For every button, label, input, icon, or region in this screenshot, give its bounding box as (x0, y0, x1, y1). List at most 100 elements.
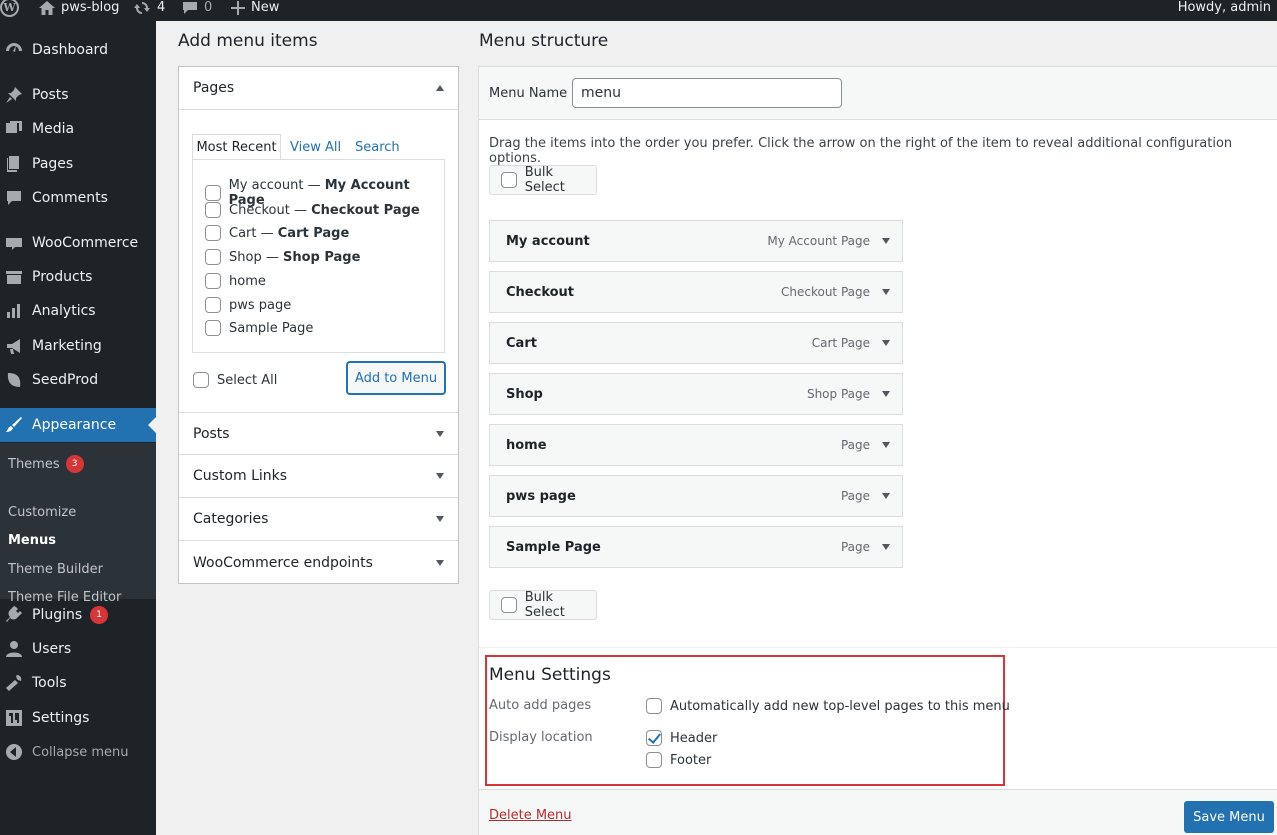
sidebar-item-pages[interactable]: Pages (0, 147, 156, 181)
page-checkbox-row[interactable]: Sample Page (205, 320, 313, 336)
woocommerce-icon (4, 233, 24, 253)
sidebar-item-marketing[interactable]: Marketing (0, 329, 156, 363)
submenu-item-theme-builder[interactable]: Theme Builder (8, 562, 103, 577)
bulk-select-checkbox[interactable] (501, 597, 517, 613)
menu-item-row[interactable]: Shop Shop Page (489, 373, 903, 415)
expand-item-caret-icon[interactable] (882, 493, 890, 499)
sidebar-item-comments[interactable]: Comments (0, 181, 156, 215)
location-footer-option[interactable]: Footer (646, 752, 711, 768)
updates-link[interactable]: 4 (133, 0, 165, 21)
site-name-link[interactable]: pws-blog (39, 0, 119, 21)
megaphone-icon (4, 336, 24, 356)
page-checkbox[interactable] (205, 185, 221, 201)
tab-search[interactable]: Search (355, 134, 400, 160)
sidebar-item-media[interactable]: Media (0, 112, 156, 146)
display-location-label: Display location (489, 730, 593, 745)
auto-add-checkbox[interactable] (646, 698, 662, 714)
plugin-icon (4, 605, 24, 625)
select-all-checkbox[interactable] (193, 372, 209, 388)
page-checkbox-row[interactable]: home (205, 273, 266, 289)
submenu-item-menus[interactable]: Menus (8, 533, 56, 548)
users-icon (4, 639, 24, 659)
tab-most-recent[interactable]: Most Recent (192, 134, 281, 160)
select-all-label: Select All (217, 372, 278, 388)
sidebar-item-label: WooCommerce (32, 235, 139, 251)
header-location-checkbox[interactable] (646, 730, 662, 746)
save-menu-button[interactable]: Save Menu (1184, 801, 1274, 833)
howdy-text: Howdy, admin (1177, 0, 1271, 15)
sidebar-item-analytics[interactable]: Analytics (0, 294, 156, 328)
pages-icon (4, 154, 24, 174)
menu-item-row[interactable]: Checkout Checkout Page (489, 271, 903, 313)
select-all-row[interactable]: Select All (193, 372, 277, 388)
menu-item-row[interactable]: My account My Account Page (489, 220, 903, 262)
sidebar-item-posts[interactable]: Posts (0, 78, 156, 112)
expand-item-caret-icon[interactable] (882, 238, 890, 244)
add-to-menu-button[interactable]: Add to Menu (347, 362, 445, 394)
auto-add-pages-option[interactable]: Automatically add new top-level pages to… (646, 698, 1010, 714)
page-checkbox-row[interactable]: Cart — Cart Page (205, 225, 349, 241)
posts-section-header[interactable]: Posts (179, 412, 458, 455)
pin-icon (4, 85, 24, 105)
expand-item-caret-icon[interactable] (882, 391, 890, 397)
sidebar-item-seedprod[interactable]: SeedProd (0, 363, 156, 397)
page-checkbox-row[interactable]: Checkout — Checkout Page (205, 202, 420, 218)
bulk-select-button-bottom[interactable]: Bulk Select (489, 590, 597, 620)
updates-icon (134, 1, 150, 14)
page-checkbox[interactable] (205, 202, 221, 218)
page-checkbox[interactable] (205, 273, 221, 289)
sidebar-item-plugins[interactable]: Plugins 1 (0, 598, 156, 632)
sidebar-item-dashboard[interactable]: Dashboard (0, 33, 156, 67)
submenu-item-customize[interactable]: Customize (8, 505, 76, 520)
woocommerce-endpoints-section-header[interactable]: WooCommerce endpoints (179, 541, 458, 584)
page-checkbox[interactable] (205, 297, 221, 313)
sidebar-item-users[interactable]: Users (0, 632, 156, 666)
submenu-item-label: Theme Builder (8, 562, 103, 577)
location-header-option[interactable]: Header (646, 730, 717, 746)
menu-item-type: Cart Page (811, 336, 870, 350)
sidebar-item-settings[interactable]: Settings (0, 701, 156, 735)
page-checkbox[interactable] (205, 249, 221, 265)
home-icon (39, 0, 55, 15)
comments-link[interactable]: 0 (182, 0, 212, 21)
menu-item-title: Sample Page (506, 539, 601, 555)
sidebar-item-tools[interactable]: Tools (0, 666, 156, 700)
bulk-select-button[interactable]: Bulk Select (489, 165, 597, 195)
submenu-item-themes[interactable]: Themes 3 (8, 455, 84, 473)
expand-item-caret-icon[interactable] (882, 340, 890, 346)
menu-name-input[interactable] (572, 78, 842, 108)
sidebar-item-woocommerce[interactable]: WooCommerce (0, 226, 156, 260)
wordpress-logo-icon[interactable]: W (0, 0, 24, 21)
menu-item-type: Page (840, 540, 870, 554)
account-menu[interactable]: Howdy, admin (1178, 0, 1271, 21)
menu-item-row[interactable]: home Page (489, 424, 903, 466)
page-checkbox[interactable] (205, 225, 221, 241)
expand-item-caret-icon[interactable] (882, 289, 890, 295)
page-checkbox[interactable] (205, 320, 221, 336)
menu-item-title: Cart (506, 335, 537, 351)
sidebar-item-products[interactable]: Products (0, 260, 156, 294)
expand-item-caret-icon[interactable] (882, 442, 890, 448)
menu-item-row[interactable]: pws page Page (489, 475, 903, 517)
delete-menu-link[interactable]: Delete Menu (489, 808, 572, 823)
page-checkbox-row[interactable]: pws page (205, 297, 291, 313)
page-checkbox-row[interactable]: Shop — Shop Page (205, 249, 360, 265)
tab-view-all[interactable]: View All (290, 134, 341, 160)
pages-section-header[interactable]: Pages (179, 67, 458, 110)
categories-section-header[interactable]: Categories (179, 498, 458, 541)
sidebar-item-label: Marketing (32, 338, 102, 354)
expand-item-caret-icon[interactable] (882, 544, 890, 550)
footer-location-checkbox[interactable] (646, 752, 662, 768)
menu-structure-title: Menu structure (479, 31, 609, 51)
sidebar-item-appearance[interactable]: Appearance (0, 408, 156, 442)
new-content-link[interactable]: New (231, 0, 279, 21)
comment-bubble-icon (183, 1, 197, 14)
custom-links-section-header[interactable]: Custom Links (179, 455, 458, 498)
page-name: pws page (229, 297, 292, 313)
collapse-menu-button[interactable]: Collapse menu (0, 735, 156, 769)
menu-item-title: pws page (506, 488, 576, 504)
menu-item-row[interactable]: Cart Cart Page (489, 322, 903, 364)
submenu-item-label: Customize (8, 505, 77, 520)
bulk-select-checkbox[interactable] (501, 172, 517, 188)
menu-item-row[interactable]: Sample Page Page (489, 526, 903, 568)
